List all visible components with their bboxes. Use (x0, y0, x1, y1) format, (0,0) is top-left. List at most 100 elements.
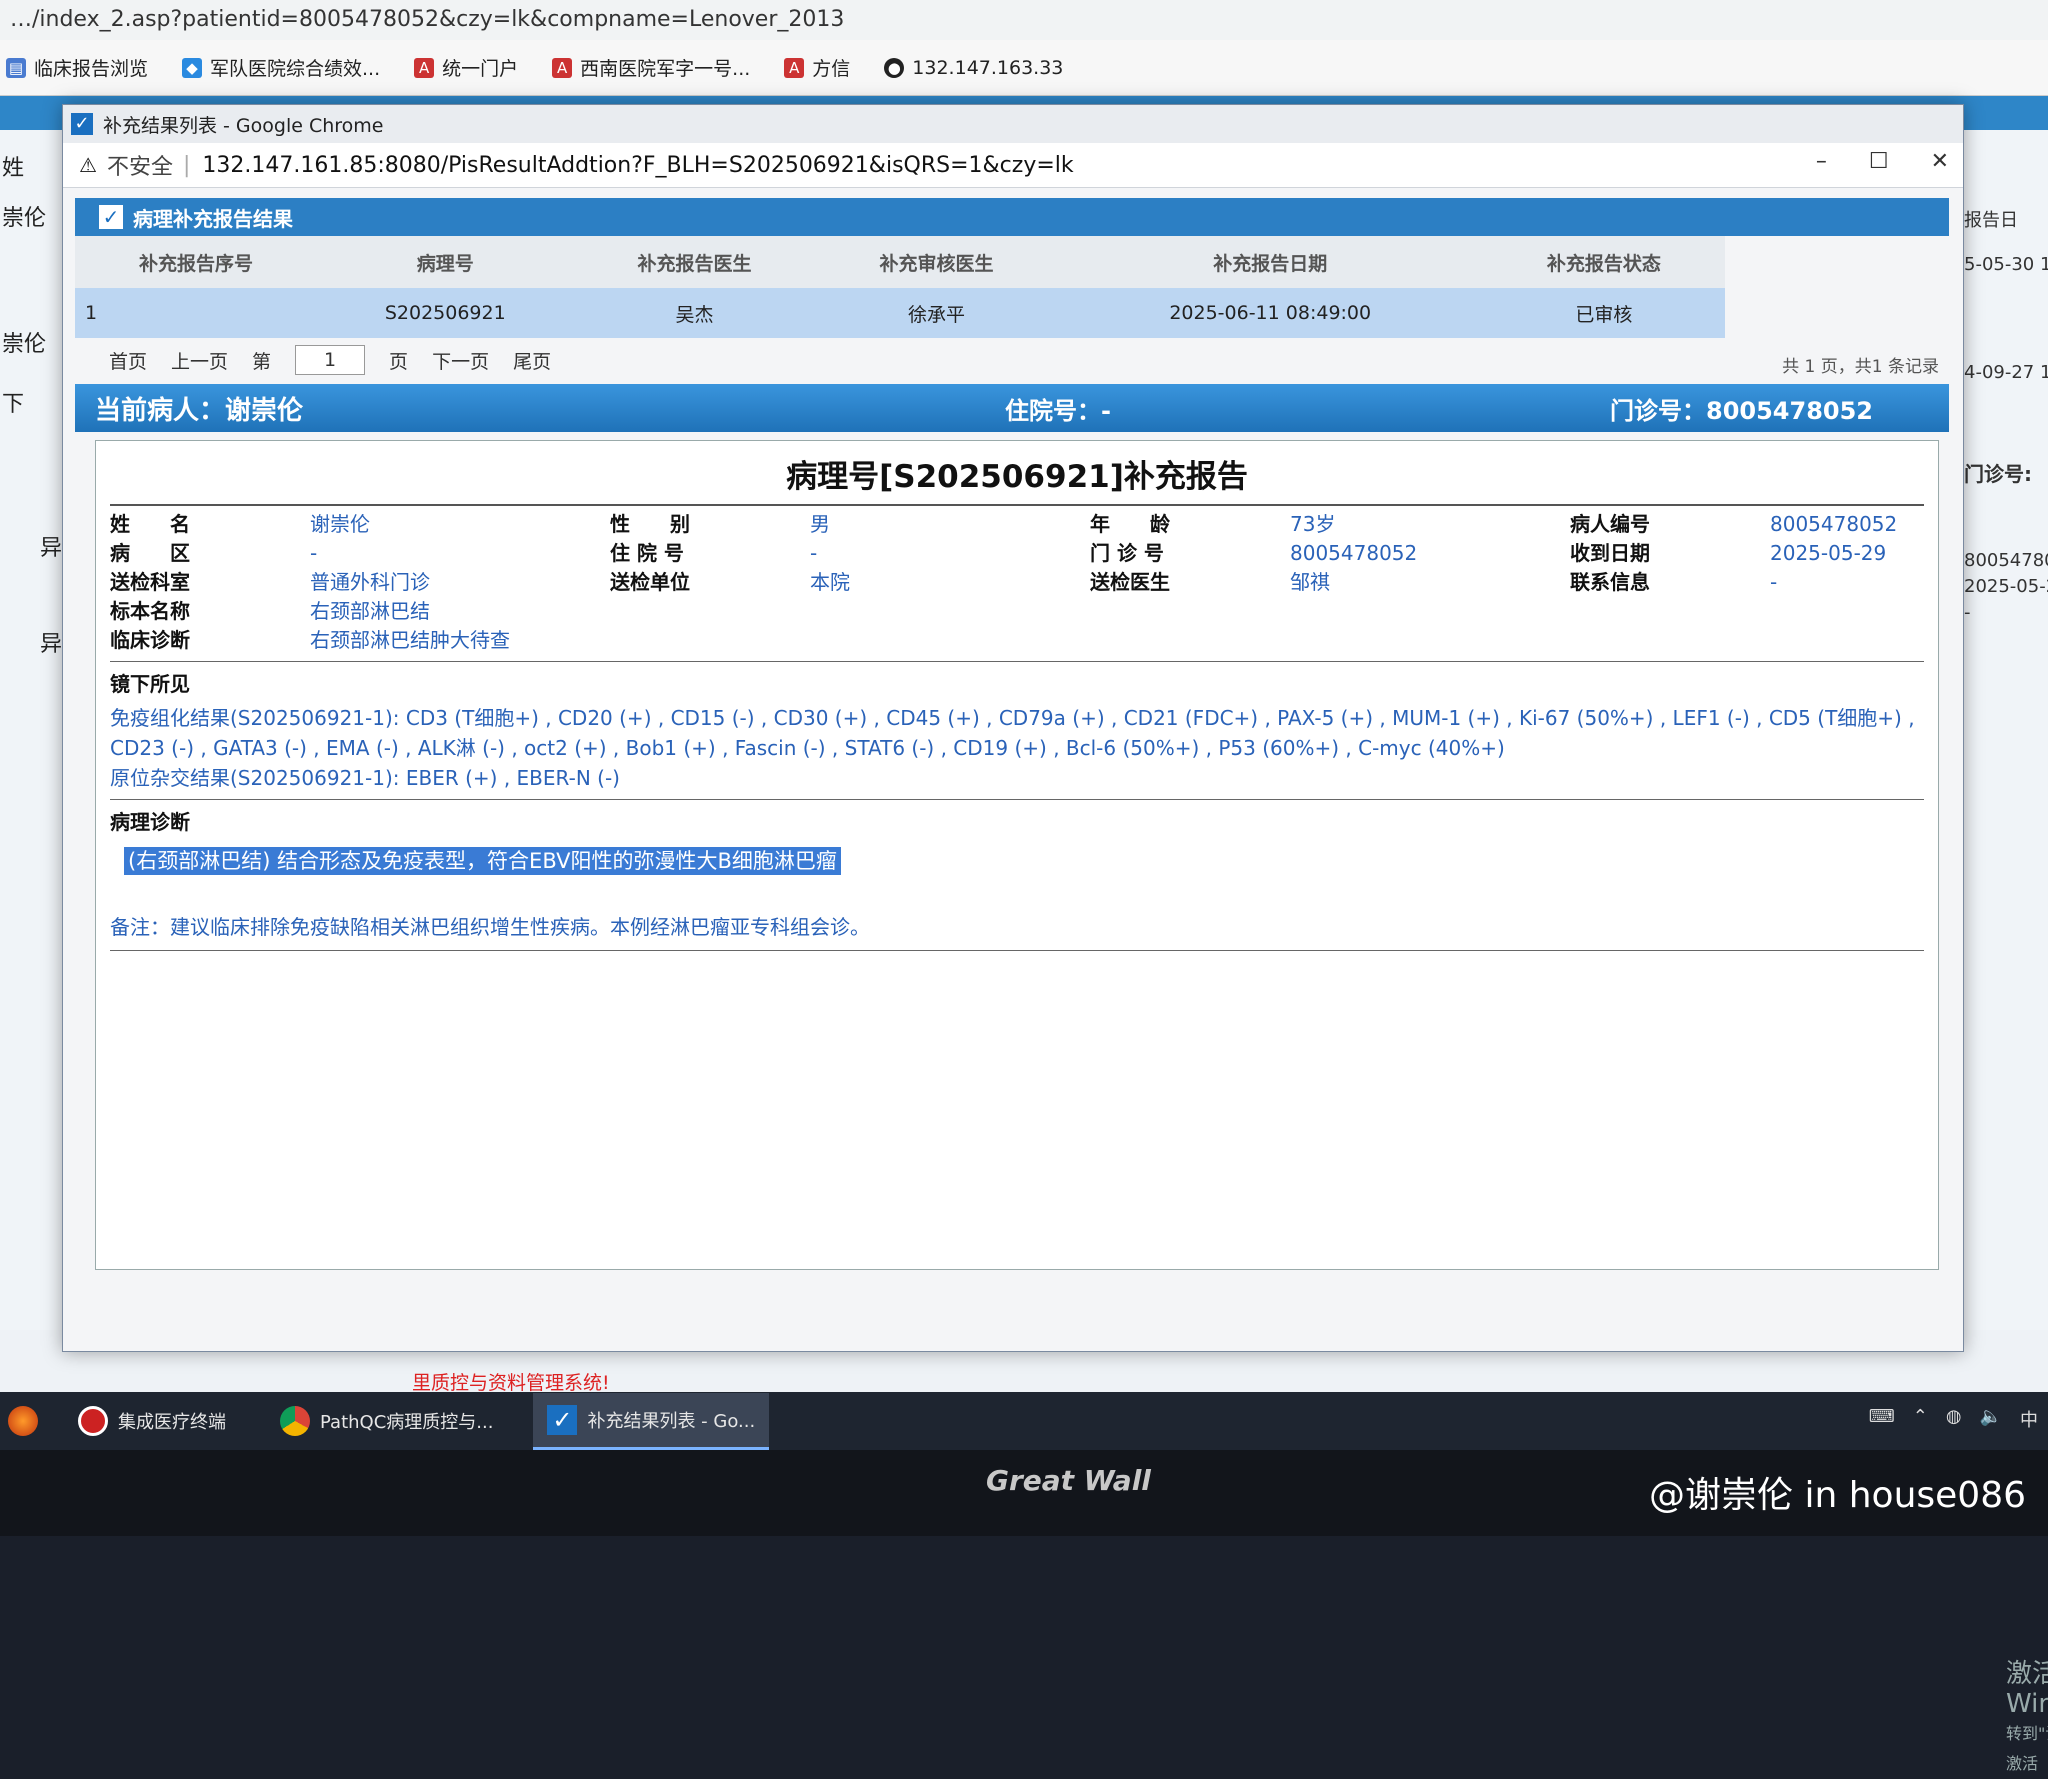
table-cell: 徐承平 (815, 288, 1058, 338)
bookmark-item[interactable]: ◆ 军队医院综合绩效... (182, 54, 380, 81)
info-label: 性 别 (610, 512, 690, 536)
background-url-bar[interactable]: …/index_2.asp?patientid=8005478052&czy=l… (0, 0, 2048, 40)
page-suffix: 页 (389, 350, 409, 373)
diamond-icon: ◆ (182, 57, 203, 78)
windows-activation-watermark: 激活 Window 转到"设置"以激活 (2006, 1659, 2048, 1779)
bookmark-item[interactable]: A 西南医院军字一号... (552, 54, 750, 81)
info-value: 8005478052 (1770, 512, 1898, 536)
window-content: ✓ 病理补充报告结果 补充报告序号 病理号 补充报告医生 补充审核医生 补充报告… (63, 198, 2048, 1773)
column-header[interactable]: 补充报告医生 (573, 236, 816, 288)
background-system-text: 里质控与资料管理系统! (412, 1372, 610, 1394)
page-prefix: 第 (252, 350, 272, 373)
info-label: 姓 名 (110, 512, 190, 536)
prev-page-link[interactable]: 上一页 (171, 347, 228, 374)
check-icon: ✓ (547, 1404, 578, 1435)
taskbar: 集成医疗终端 PathQC病理质控与... ✓ 补充结果列表 - Go... ⌨… (0, 1392, 2048, 1450)
activate-subtitle: 转到"设置"以激活 (2006, 1724, 2048, 1773)
address-bar[interactable]: ⚠ 不安全 | 132.147.161.85:8080/PisResultAdd… (63, 143, 1963, 188)
ime-indicator[interactable]: 中 (2020, 1406, 2038, 1432)
activate-title: 激活 Window (2006, 1659, 2048, 1719)
close-icon[interactable]: ✕ (1931, 149, 1949, 174)
last-page-link[interactable]: 尾页 (513, 347, 551, 374)
info-value: - (310, 541, 318, 565)
first-page-link[interactable]: 首页 (109, 347, 147, 374)
diagnosis-heading: 病理诊断 (110, 810, 190, 834)
info-value: 右颈部淋巴结 (310, 599, 430, 623)
bookmark-item[interactable]: ● 132.147.163.33 (884, 57, 1063, 79)
diagnosis-text[interactable]: (右颈部淋巴结) 结合形态及免疫表型，符合EBV阳性的弥漫性大B细胞淋巴瘤 (124, 845, 1924, 875)
table-cell: 1 (75, 288, 318, 338)
chevron-up-icon[interactable]: ⌃ (1913, 1406, 1928, 1432)
info-label: 门 诊 号 (1090, 541, 1164, 565)
window-titlebar[interactable]: ✓ 补充结果列表 - Google Chrome (63, 105, 1963, 143)
bookmark-label: 统一门户 (442, 58, 519, 80)
globe-icon: ● (884, 57, 905, 78)
start-icon[interactable] (8, 1406, 38, 1436)
divider (110, 661, 1924, 662)
bookmark-label: 西南医院军字一号... (580, 58, 751, 80)
page-number-input[interactable]: 1 (295, 345, 366, 375)
taskbar-label: 补充结果列表 - Go... (587, 1410, 756, 1432)
background-fragment: 崇伦 (2, 332, 47, 357)
taskbar-item[interactable]: 集成医疗终端 (64, 1394, 240, 1448)
separator: | (182, 152, 191, 178)
table-cell: S202506921 (317, 288, 574, 338)
background-left-column: 姓 崇伦 崇伦 下 异 异 (0, 130, 62, 1330)
taskbar-item[interactable]: PathQC病理质控与... (266, 1394, 507, 1448)
background-fragment: 门诊号: (1964, 462, 2032, 486)
column-header[interactable]: 补充报告状态 (1482, 236, 1725, 288)
info-label: 送检科室 (110, 570, 190, 594)
keyboard-icon[interactable]: ⌨ (1869, 1406, 1895, 1432)
popup-window: ✓ 补充结果列表 - Google Chrome ⚠ 不安全 | 132.147… (62, 104, 2048, 1773)
column-header[interactable]: 补充审核医生 (815, 236, 1058, 288)
bookmark-label: 132.147.163.33 (912, 56, 1064, 79)
info-value: 本院 (810, 570, 850, 594)
bookmark-item[interactable]: A 统一门户 (414, 54, 518, 81)
maximize-icon[interactable]: ☐ (1869, 149, 1889, 174)
patient-info-grid: 姓 名 谢崇伦 性 别 男 年 龄 73岁 病人编号 8005478052 病 区 - 住… (110, 510, 1924, 655)
taskbar-item-active[interactable]: ✓ 补充结果列表 - Go... (533, 1392, 770, 1450)
background-fragment: 姓 (2, 156, 25, 181)
background-fragment: 异 (40, 632, 63, 657)
info-value: - (1770, 570, 1778, 594)
taskbar-label: PathQC病理质控与... (320, 1412, 494, 1433)
section-header: ✓ 病理补充报告结果 (75, 198, 1949, 236)
ish-result: 原位杂交结果(S202506921-1): EBER (+) , EBER-N … (110, 766, 620, 790)
bookmark-item[interactable]: A 方信 (784, 54, 850, 81)
ihc-result: 免疫组化结果(S202506921-1): CD3 (T细胞+) , CD20 … (110, 706, 1915, 760)
column-header[interactable]: 补充报告日期 (1057, 236, 1483, 288)
bookmark-label: 军队医院综合绩效... (210, 58, 381, 80)
chrome-icon (280, 1406, 310, 1436)
outpatient-number: 门诊号：8005478052 (1610, 396, 1873, 425)
supplement-table: 补充报告序号 病理号 补充报告医生 补充审核医生 补充报告日期 补充报告状态 1… (75, 236, 1725, 338)
info-label: 临床诊断 (110, 628, 190, 652)
volume-icon[interactable]: 🔈 (1980, 1406, 2002, 1432)
selected-diagnosis[interactable]: (右颈部淋巴结) 结合形态及免疫表型，符合EBV阳性的弥漫性大B细胞淋巴瘤 (124, 847, 841, 875)
column-header[interactable]: 补充报告序号 (75, 236, 318, 288)
security-label[interactable]: 不安全 (107, 149, 173, 181)
remark-text: 备注：建议临床排除免疫缺陷相关淋巴组织增生性疾病。本例经淋巴瘤亚专科组会诊。 (110, 911, 1924, 951)
network-icon[interactable]: ◍ (1946, 1406, 1962, 1432)
pager: 首页 上一页 第 1 页 下一页 尾页 共 1 页，共1 条记录 (75, 338, 1949, 382)
background-fragment: 5-05-30 16 (1964, 254, 2048, 275)
background-fragment: 报告日 (1964, 210, 2018, 231)
acrobat-icon: A (414, 57, 435, 78)
system-tray: ⌨ ⌃ ◍ 🔈 中 (1869, 1406, 2038, 1432)
info-value: 73岁 (1290, 512, 1336, 536)
info-value: 2025-05-29 (1770, 541, 1887, 565)
info-label: 年 龄 (1090, 512, 1170, 536)
url-text[interactable]: 132.147.161.85:8080/PisResultAddtion?F_B… (202, 153, 1073, 178)
bookmarks-bar: ▤ 临床报告浏览 ◆ 军队医院综合绩效... A 统一门户 A 西南医院军字一号... … (0, 40, 2048, 96)
minimize-icon[interactable]: – (1816, 149, 1827, 174)
info-value: 普通外科门诊 (310, 570, 430, 594)
info-label: 收到日期 (1570, 541, 1650, 565)
bookmark-item[interactable]: ▤ 临床报告浏览 (6, 54, 148, 81)
info-label: 住 院 号 (610, 541, 684, 565)
next-page-link[interactable]: 下一页 (432, 347, 489, 374)
bookmark-label: 临床报告浏览 (34, 58, 149, 80)
background-fragment: 4-09-27 12 (1964, 362, 2048, 383)
info-value: 邹祺 (1290, 570, 1330, 594)
column-header[interactable]: 病理号 (317, 236, 574, 288)
table-row[interactable]: 1 S202506921 吴杰 徐承平 2025-06-11 08:49:00 … (75, 288, 1725, 338)
section-title: 病理补充报告结果 (133, 206, 293, 231)
